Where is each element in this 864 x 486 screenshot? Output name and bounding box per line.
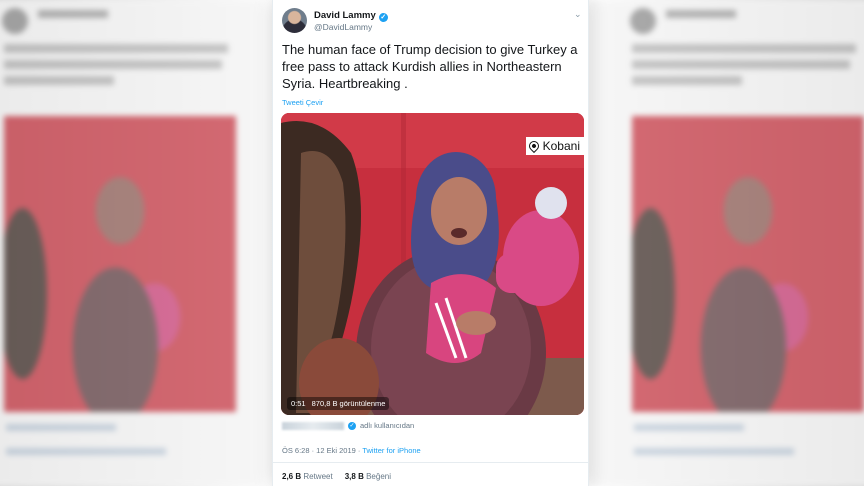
translate-tweet-link[interactable]: Tweeti Çevir (282, 98, 323, 107)
tweet-timestamp: ÖS 6:28 · 12 Eki 2019 · Twitter for iPho… (282, 446, 421, 455)
video-duration: 0:51 (291, 399, 306, 408)
tweet-source-link[interactable]: Twitter for iPhone (362, 446, 420, 455)
blurred-username (282, 421, 344, 430)
blurred-photo (632, 116, 864, 412)
blurred-name (666, 10, 736, 18)
blurred-meta-line (634, 448, 794, 455)
blurred-avatar (630, 8, 656, 34)
blurred-meta-line (6, 448, 166, 455)
location-pin-icon (526, 138, 541, 154)
video-frame (281, 113, 584, 415)
blurred-text-line (4, 44, 228, 53)
author-name-text[interactable]: David Lammy (314, 10, 376, 21)
blurred-right-copy (590, 0, 864, 486)
blurred-avatar (2, 8, 28, 34)
like-stat[interactable]: 3,8 B Beğeni (345, 472, 391, 481)
timestamp-text[interactable]: ÖS 6:28 · 12 Eki 2019 · (282, 446, 360, 455)
chevron-down-icon[interactable]: ⌄ (574, 9, 582, 20)
screenshot-stage: David Lammy ✓ @DavidLammy ⌄ The human fac… (0, 0, 864, 486)
video-attribution[interactable]: ✓ adlı kullanıcıdan (282, 421, 414, 430)
verified-badge-icon: ✓ (348, 421, 356, 430)
divider (273, 462, 588, 463)
tweet-video[interactable]: Kobani 0:51 870,8 B görüntülenme (281, 113, 584, 415)
video-views: 870,8 B görüntülenme (311, 399, 386, 408)
blurred-photo (4, 116, 236, 412)
blurred-text-line (632, 44, 856, 53)
location-tag: Kobani (525, 137, 584, 155)
retweet-stat[interactable]: 2,6 B Retweet (282, 472, 333, 481)
location-label: Kobani (542, 139, 580, 153)
blurred-meta-line (634, 424, 744, 431)
blurred-text-line (4, 60, 222, 69)
blurred-text-line (632, 76, 742, 85)
blurred-text-line (632, 60, 850, 69)
author-handle[interactable]: @DavidLammy (314, 22, 372, 32)
retweet-label: Retweet (303, 472, 333, 481)
blurred-left-copy (0, 0, 262, 486)
tweet-stats: 2,6 B Retweet 3,8 B Beğeni (282, 472, 391, 481)
blurred-text-line (4, 76, 114, 85)
tweet-text: The human face of Trump decision to give… (282, 42, 578, 91)
video-info-overlay: 0:51 870,8 B görüntülenme (287, 397, 390, 410)
retweet-count: 2,6 B (282, 472, 302, 481)
blurred-meta-line (6, 424, 116, 431)
attribution-suffix: adlı kullanıcıdan (360, 421, 415, 430)
blurred-name (38, 10, 108, 18)
author-avatar[interactable] (282, 8, 307, 33)
tweet-card: David Lammy ✓ @DavidLammy ⌄ The human fac… (272, 0, 589, 486)
verified-badge-icon: ✓ (378, 13, 388, 22)
author-name[interactable]: David Lammy ✓ (314, 10, 388, 22)
like-label: Beğeni (366, 472, 391, 481)
like-count: 3,8 B (344, 472, 364, 481)
